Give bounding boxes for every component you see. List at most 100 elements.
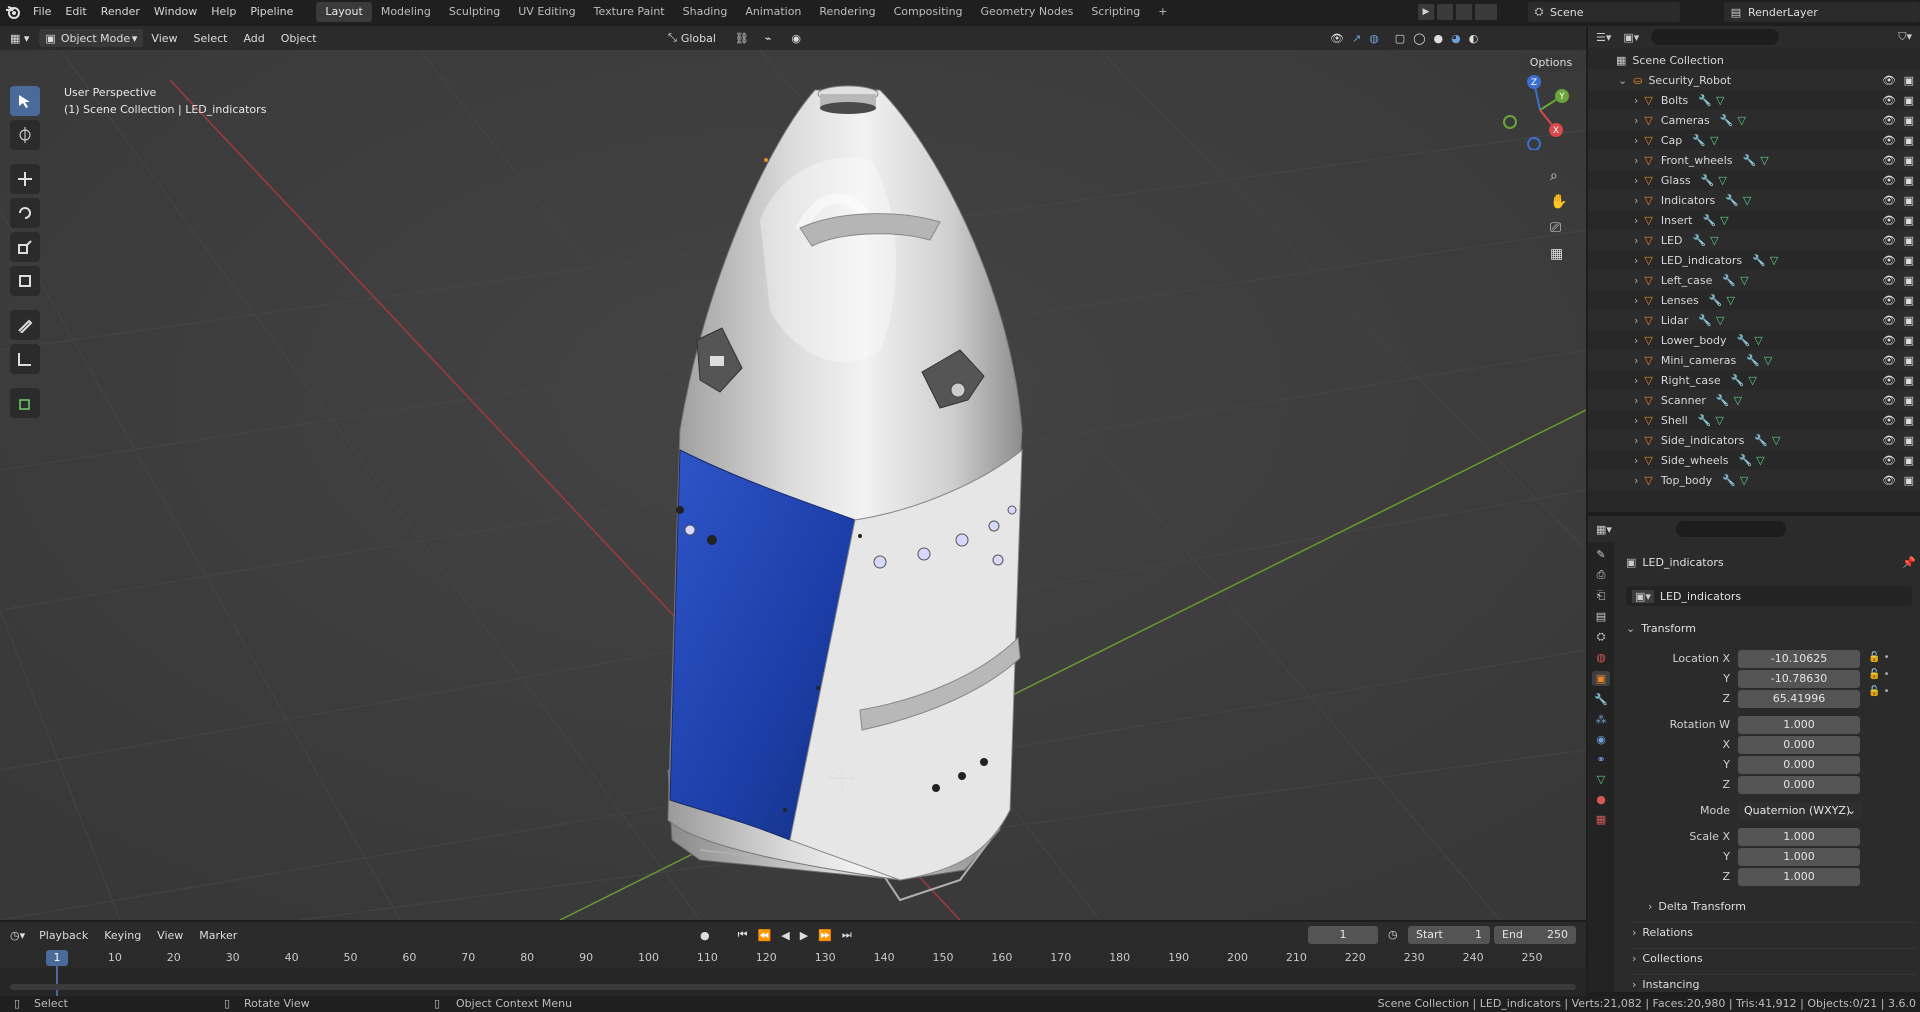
menu-object[interactable]: Object [273, 32, 325, 45]
menu-pipeline[interactable]: Pipeline [243, 0, 300, 24]
cursor-tool-icon[interactable] [10, 120, 40, 150]
filter-icon[interactable]: ⛉▾ [1898, 30, 1912, 44]
chevron-down-icon[interactable]: ⌄ [1618, 74, 1627, 87]
chevron-right-icon[interactable]: › [1634, 194, 1638, 207]
render-visibility-icon[interactable]: ▣ [1904, 94, 1914, 107]
render-visibility-icon[interactable]: ▣ [1904, 394, 1914, 407]
texture-tab-icon[interactable]: ▦ [1596, 813, 1606, 826]
modifier-icon[interactable]: 🔧 [1702, 214, 1716, 227]
proportional-edit-icon[interactable]: ◉ [791, 32, 801, 45]
menu-window[interactable]: Window [147, 0, 204, 24]
visibility-icon[interactable]: 👁 [1882, 154, 1896, 167]
render-visibility-icon[interactable]: ▣ [1904, 374, 1914, 387]
outliner-item[interactable]: › ▽ LED 🔧 ▽ 👁 ▣ [1588, 230, 1920, 250]
tab-uv-editing[interactable]: UV Editing [509, 2, 584, 22]
timeline-body[interactable]: 10 20 30 40 50 60 70 80 90 100 110 120 130 140 150 160 1… [0, 948, 1586, 996]
chevron-right-icon[interactable]: › [1634, 234, 1638, 247]
outliner-item[interactable]: › ▽ Front_wheels 🔧 ▽ 👁 ▣ [1588, 150, 1920, 170]
3d-viewport[interactable]: User Perspective (1) Scene Collection | … [0, 50, 1586, 920]
visibility-icon[interactable]: 👁 [1882, 134, 1896, 147]
visibility-icon[interactable]: 👁 [1882, 414, 1896, 427]
menu-view[interactable]: View [143, 32, 185, 45]
material-tab-icon[interactable]: ● [1596, 793, 1606, 806]
relations-section[interactable]: › Relations [1632, 922, 1916, 942]
mode-dropdown[interactable]: ▣ Object Mode ▾ [39, 29, 144, 47]
instancing-section[interactable]: › Instancing [1632, 974, 1916, 994]
mesh-data-icon[interactable]: ▽ [1726, 294, 1734, 307]
render-visibility-icon[interactable]: ▣ [1904, 154, 1914, 167]
visibility-icon[interactable]: 👁 [1882, 274, 1896, 287]
xray-icon[interactable]: ▢ [1395, 32, 1405, 45]
mesh-data-icon[interactable]: ▽ [1764, 354, 1772, 367]
visibility-icon[interactable]: 👁 [1882, 114, 1896, 127]
scene-tab-icon[interactable]: ⛭ [1597, 630, 1606, 644]
modifier-icon[interactable]: 🔧 [1701, 174, 1715, 187]
add-cube-tool-icon[interactable] [10, 388, 40, 418]
gizmo-icon[interactable]: ↗ [1352, 32, 1361, 45]
options-dropdown[interactable]: Options [1520, 54, 1582, 72]
end-frame-field[interactable]: End 250 [1494, 926, 1576, 944]
transform-section-header[interactable]: ⌄ Transform [1626, 618, 1916, 638]
chevron-right-icon[interactable]: › [1634, 174, 1638, 187]
chevron-right-icon[interactable]: › [1634, 334, 1638, 347]
outliner-item[interactable]: › ▽ Indicators 🔧 ▽ 👁 ▣ [1588, 190, 1920, 210]
outliner-item[interactable]: › ▽ Insert 🔧 ▽ 👁 ▣ [1588, 210, 1920, 230]
outliner-scene-collection[interactable]: ▦ Scene Collection [1588, 50, 1920, 70]
blender-logo-icon[interactable] [0, 4, 26, 20]
view-layer-tab-icon[interactable]: ▤ [1596, 610, 1606, 623]
outliner-item[interactable]: › ▽ LED_indicators 🔧 ▽ 👁 ▣ [1588, 250, 1920, 270]
grid-view-icon[interactable]: ▦ [1550, 246, 1567, 262]
constraints-tab-icon[interactable]: ⚭ [1596, 753, 1605, 766]
rotation-z-field[interactable]: 0.000 [1738, 776, 1860, 794]
render-visibility-icon[interactable]: ▣ [1904, 214, 1914, 227]
render-visibility-icon[interactable]: ▣ [1904, 274, 1914, 287]
outliner-editor-type-icon[interactable]: ☰▾ [1596, 31, 1611, 44]
visibility-icon[interactable]: 👁 [1882, 334, 1896, 347]
snap-icon[interactable]: ⌁ [765, 32, 772, 45]
visibility-icon[interactable]: 👁 [1882, 434, 1896, 447]
rotation-y-field[interactable]: 0.000 [1738, 756, 1860, 774]
modifier-icon[interactable]: 🔧 [1746, 354, 1760, 367]
tab-shading[interactable]: Shading [674, 2, 737, 22]
object-name-field[interactable]: ▣▾ LED_indicators [1626, 586, 1912, 606]
scene-field[interactable]: ⛭ Scene [1528, 2, 1680, 22]
editor-type-button[interactable]: ▦ ▾ [4, 29, 35, 47]
menu-playback[interactable]: Playback [31, 929, 96, 942]
modifier-icon[interactable]: 🔧 [1722, 274, 1736, 287]
outliner-item[interactable]: › ▽ Right_case 🔧 ▽ 👁 ▣ [1588, 370, 1920, 390]
outliner-collection-security-robot[interactable]: ⌄ ⛀ Security_Robot 👁 ▣ [1588, 70, 1920, 90]
start-frame-field[interactable]: Start 1 [1408, 926, 1490, 944]
pivot-icon[interactable]: ⛓ [735, 32, 749, 45]
render-visibility-icon[interactable]: ▣ [1904, 414, 1914, 427]
outliner-item[interactable]: › ▽ Side_wheels 🔧 ▽ 👁 ▣ [1588, 450, 1920, 470]
rendered-shading-icon[interactable]: ◐ [1469, 32, 1479, 45]
chevron-right-icon[interactable]: › [1634, 474, 1638, 487]
overlay-icon[interactable]: ◍ [1369, 32, 1379, 45]
material-shading-icon[interactable]: ◕ [1451, 32, 1461, 45]
modifier-icon[interactable]: 🔧 [1754, 434, 1768, 447]
render-visibility-icon[interactable]: ▣ [1904, 314, 1914, 327]
visibility-icon[interactable]: 👁 [1330, 32, 1344, 45]
render-view-icon[interactable] [1475, 4, 1497, 20]
modifiers-tab-icon[interactable]: 🔧 [1594, 693, 1608, 706]
playhead[interactable]: 1 [46, 950, 68, 966]
tab-texture-paint[interactable]: Texture Paint [585, 2, 674, 22]
select-box-tool-icon[interactable] [10, 86, 40, 116]
outliner-item[interactable]: › ▽ Glass 🔧 ▽ 👁 ▣ [1588, 170, 1920, 190]
visibility-icon[interactable]: 👁 [1882, 454, 1896, 467]
modifier-icon[interactable]: 🔧 [1692, 134, 1706, 147]
chevron-right-icon[interactable]: › [1634, 454, 1638, 467]
mesh-data-icon[interactable]: ▽ [1770, 254, 1778, 267]
rotation-x-field[interactable]: 0.000 [1738, 736, 1860, 754]
render-visibility-icon[interactable]: ▣ [1904, 354, 1914, 367]
outliner-item[interactable]: › ▽ Side_indicators 🔧 ▽ 👁 ▣ [1588, 430, 1920, 450]
mesh-data-icon[interactable]: ▽ [1715, 414, 1723, 427]
tab-scripting[interactable]: Scripting [1082, 2, 1149, 22]
location-z-field[interactable]: 65.41996 [1738, 690, 1860, 708]
display-mode-icon[interactable]: ▣▾ [1623, 31, 1639, 44]
properties-search-input[interactable] [1675, 521, 1786, 537]
menu-timeline-view[interactable]: View [149, 929, 191, 942]
mesh-data-icon[interactable]: ▽ [1743, 194, 1751, 207]
chevron-right-icon[interactable]: › [1634, 94, 1638, 107]
outliner-item[interactable]: › ▽ Lower_body 🔧 ▽ 👁 ▣ [1588, 330, 1920, 350]
